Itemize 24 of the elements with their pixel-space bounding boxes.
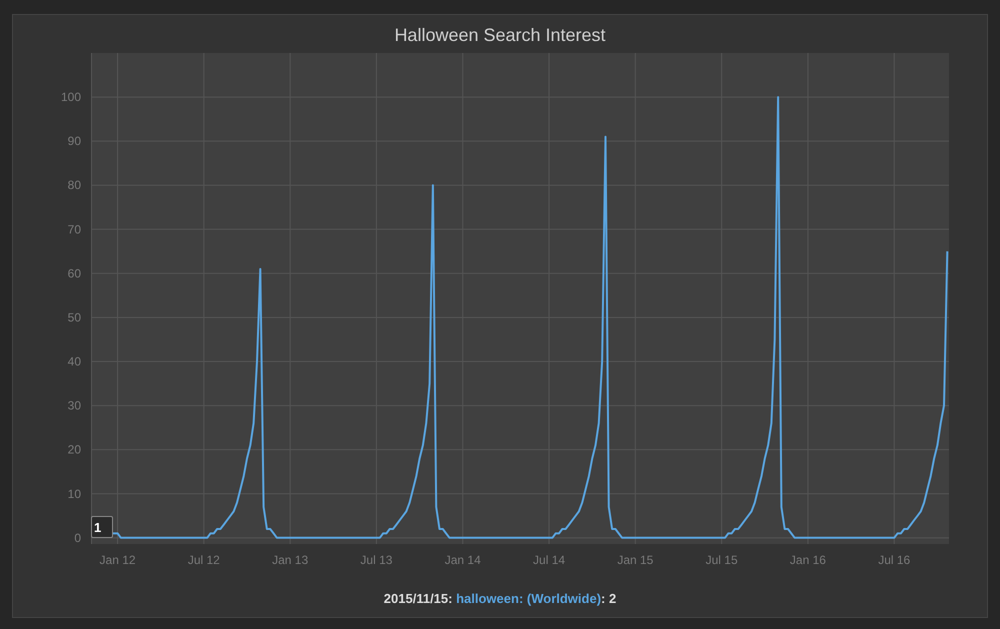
axis-tick-label: Jul 12 [188,553,220,567]
axis-tick-label: 40 [68,354,81,369]
axis-tick-label: Jul 15 [706,553,738,567]
axis-tick-label: Jan 16 [790,553,826,567]
axis-tick-label: Jan 14 [444,553,481,567]
axis-tick-label: Jan 12 [100,553,136,567]
axis-tick-label: 80 [68,178,81,192]
axis-tick-label: 50 [68,310,81,324]
axis-tick-label: 10 [68,486,81,501]
axis-tick-label: 60 [68,266,81,280]
axis-tick-label: 30 [68,398,81,413]
axis-tick-label: 20 [68,442,81,457]
axis-tick-label: 100 [60,90,81,104]
chart-title: Halloween Search Interest [394,24,606,46]
hover-readout: 2015/11/15: halloween: (Worldwide): 2 [384,591,616,606]
axis-tick-label: Jan 13 [272,553,308,567]
axis-tick-label: Jul 16 [878,553,910,567]
axis-tick-label: Jan 15 [617,553,654,567]
axis-tick-label: Jul 14 [533,553,566,567]
axis-tick-label: 0 [74,530,81,545]
value-tag: 1 [91,516,113,538]
axis-tick-label: Jul 13 [360,553,392,567]
axis-tick-label: 70 [68,222,81,236]
axis-tick-label: 90 [68,134,81,148]
